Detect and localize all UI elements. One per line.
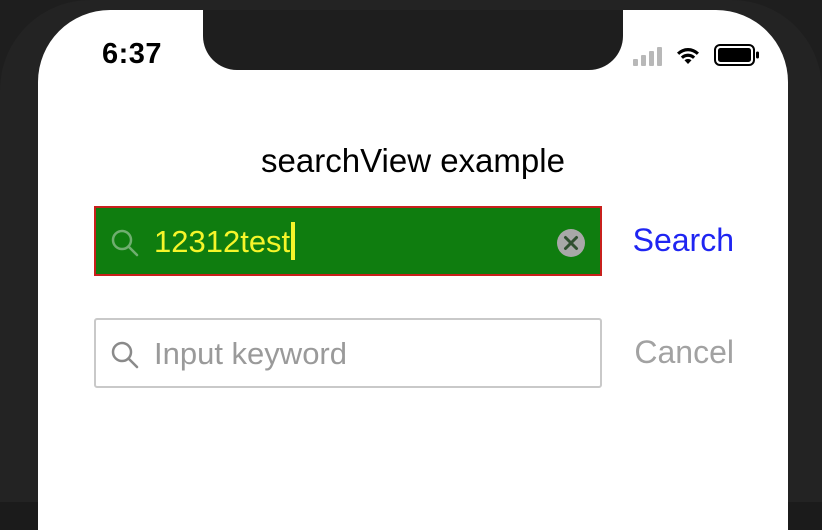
search-input-value[interactable]: 12312test [154, 222, 296, 262]
search-input-styled[interactable]: 12312test [94, 206, 602, 276]
text-caret [291, 222, 296, 260]
wifi-icon [674, 44, 702, 66]
device-frame: 6:37 searchView example 12312test Search… [0, 0, 822, 530]
search-button[interactable]: Search [633, 220, 734, 260]
device-notch [203, 10, 623, 70]
status-time: 6:37 [102, 38, 163, 70]
search-view-styled: 12312test Search [94, 206, 734, 278]
search-icon [111, 229, 139, 257]
clear-icon[interactable] [556, 228, 586, 258]
cellular-signal-icon [633, 46, 662, 66]
search-icon [111, 341, 139, 369]
phone-screen: 6:37 searchView example 12312test Search… [38, 10, 788, 530]
page-title: searchView example [261, 142, 565, 179]
cancel-button[interactable]: Cancel [634, 332, 734, 372]
search-input-default[interactable]: Input keyword [94, 318, 602, 388]
search-view-default: Input keyword Cancel [94, 318, 734, 390]
status-icons [633, 44, 760, 66]
battery-icon [714, 44, 760, 66]
search-input-placeholder[interactable]: Input keyword [154, 334, 347, 374]
